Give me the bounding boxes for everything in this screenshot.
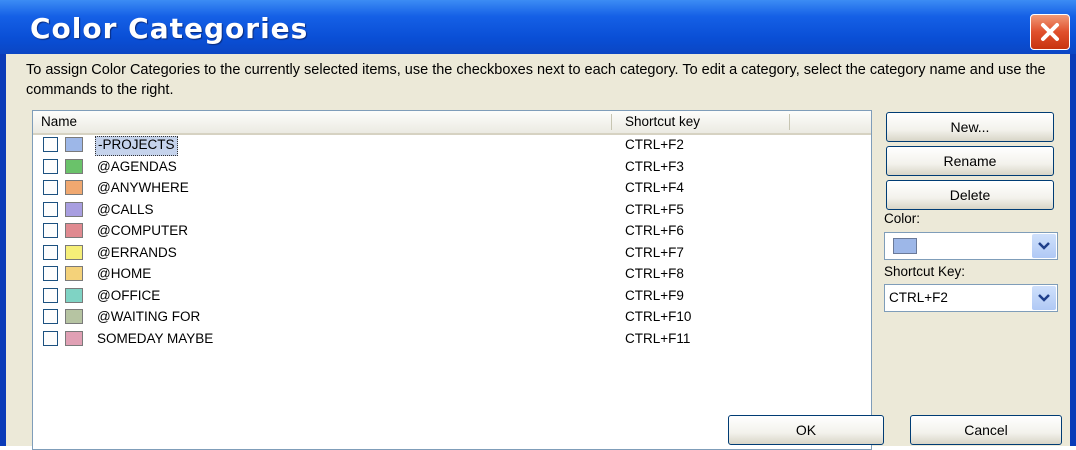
category-checkbox[interactable] bbox=[43, 223, 58, 238]
category-checkbox[interactable] bbox=[43, 287, 58, 303]
category-name[interactable]: @OFFICE bbox=[95, 287, 162, 305]
category-checkbox[interactable] bbox=[43, 137, 58, 152]
list-item[interactable]: @CALLS CTRL+F5 bbox=[33, 200, 871, 221]
category-name[interactable]: @CALLS bbox=[95, 201, 155, 219]
close-button[interactable] bbox=[1030, 14, 1070, 50]
color-categories-dialog: Color Categories To assign Color Categor… bbox=[0, 0, 1076, 450]
category-shortcut: CTRL+F10 bbox=[625, 309, 692, 324]
rename-button[interactable]: Rename bbox=[886, 146, 1054, 176]
list-item[interactable]: @OFFICE CTRL+F9 bbox=[33, 286, 871, 307]
color-label: Color: bbox=[884, 211, 921, 226]
color-dropdown[interactable] bbox=[884, 232, 1058, 260]
column-divider[interactable] bbox=[789, 114, 790, 130]
category-checkbox[interactable] bbox=[43, 158, 58, 174]
column-divider[interactable] bbox=[611, 114, 612, 130]
selected-color-swatch bbox=[893, 238, 917, 254]
category-shortcut: CTRL+F6 bbox=[625, 223, 684, 238]
chevron-down-icon bbox=[1038, 294, 1050, 302]
list-item[interactable]: @WAITING FOR CTRL+F10 bbox=[33, 307, 871, 328]
category-checkbox[interactable] bbox=[43, 201, 58, 217]
new-button[interactable]: New... bbox=[886, 112, 1054, 142]
category-name[interactable]: @WAITING FOR bbox=[95, 308, 202, 326]
shortcut-dropdown-arrow[interactable] bbox=[1032, 286, 1056, 310]
cancel-button[interactable]: Cancel bbox=[910, 415, 1062, 445]
category-shortcut: CTRL+F8 bbox=[625, 266, 684, 281]
list-item[interactable]: -PROJECTS CTRL+F2 bbox=[33, 135, 871, 156]
category-color-swatch bbox=[65, 158, 83, 174]
category-name[interactable]: SOMEDAY MAYBE bbox=[95, 330, 215, 348]
category-shortcut: CTRL+F2 bbox=[625, 137, 684, 152]
chevron-down-icon bbox=[1038, 242, 1050, 250]
color-dropdown-arrow[interactable] bbox=[1032, 234, 1056, 258]
category-color-swatch bbox=[65, 309, 83, 324]
category-color-swatch bbox=[65, 137, 83, 152]
category-color-swatch bbox=[65, 223, 83, 238]
category-name[interactable]: @HOME bbox=[95, 265, 153, 283]
category-checkbox[interactable] bbox=[43, 266, 58, 281]
category-shortcut: CTRL+F7 bbox=[625, 244, 684, 260]
shortcut-key-value: CTRL+F2 bbox=[889, 290, 948, 305]
instructions-text: To assign Color Categories to the curren… bbox=[26, 62, 1046, 98]
dialog-body: To assign Color Categories to the curren… bbox=[6, 54, 1070, 450]
list-item[interactable]: @ANYWHERE CTRL+F4 bbox=[33, 178, 871, 199]
category-color-swatch bbox=[65, 287, 83, 303]
shortcut-key-dropdown[interactable]: CTRL+F2 bbox=[884, 284, 1058, 312]
close-icon bbox=[1041, 23, 1059, 41]
list-item[interactable]: @ERRANDS CTRL+F7 bbox=[33, 243, 871, 264]
column-header-shortcut[interactable]: Shortcut key bbox=[625, 111, 785, 133]
category-shortcut: CTRL+F4 bbox=[625, 180, 684, 195]
category-checkbox[interactable] bbox=[43, 309, 58, 324]
category-color-swatch bbox=[65, 266, 83, 281]
category-shortcut: CTRL+F3 bbox=[625, 158, 684, 174]
category-checkbox[interactable] bbox=[43, 180, 58, 195]
category-shortcut: CTRL+F9 bbox=[625, 287, 684, 303]
title-bar[interactable]: Color Categories bbox=[0, 0, 1076, 54]
category-name[interactable]: -PROJECTS bbox=[95, 136, 178, 156]
category-color-swatch bbox=[65, 244, 83, 260]
window-title: Color Categories bbox=[30, 12, 309, 45]
category-checkbox[interactable] bbox=[43, 244, 58, 260]
list-item[interactable]: @COMPUTER CTRL+F6 bbox=[33, 221, 871, 242]
category-name[interactable]: @AGENDAS bbox=[95, 158, 179, 176]
list-item[interactable]: @AGENDAS CTRL+F3 bbox=[33, 157, 871, 178]
delete-button[interactable]: Delete bbox=[886, 180, 1054, 210]
ok-button[interactable]: OK bbox=[728, 415, 884, 445]
category-name[interactable]: @ERRANDS bbox=[95, 244, 179, 262]
category-shortcut: CTRL+F11 bbox=[625, 330, 691, 346]
category-shortcut: CTRL+F5 bbox=[625, 201, 684, 217]
category-color-swatch bbox=[65, 180, 83, 195]
shortcut-key-label: Shortcut Key: bbox=[884, 264, 966, 279]
list-item[interactable]: @HOME CTRL+F8 bbox=[33, 264, 871, 285]
categories-list[interactable]: Name Shortcut key -PROJECTS CTRL+F2 @AGEND… bbox=[32, 110, 872, 450]
category-name[interactable]: @COMPUTER bbox=[95, 222, 190, 240]
list-item[interactable]: SOMEDAY MAYBE CTRL+F11 bbox=[33, 329, 871, 350]
category-color-swatch bbox=[65, 201, 83, 217]
category-color-swatch bbox=[65, 330, 83, 346]
column-header-name[interactable]: Name bbox=[41, 111, 601, 133]
category-checkbox[interactable] bbox=[43, 330, 58, 346]
list-header: Name Shortcut key bbox=[33, 111, 871, 135]
category-name[interactable]: @ANYWHERE bbox=[95, 179, 191, 197]
